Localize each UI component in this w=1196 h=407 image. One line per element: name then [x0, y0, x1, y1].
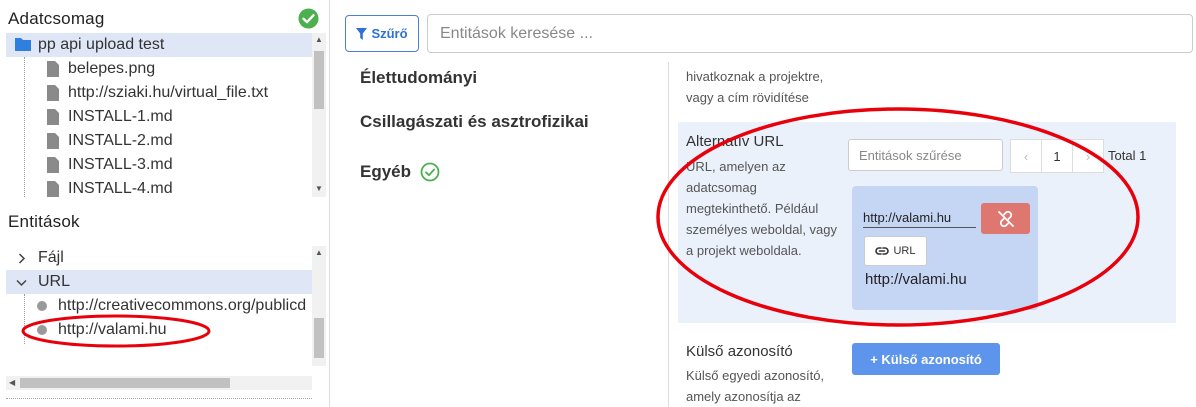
tree-item-label: INSTALL-4.md [68, 180, 173, 197]
filter-button[interactable]: Szűrő [345, 15, 419, 52]
alt-url-title: Alternatív URL [686, 133, 784, 150]
pager-next-button[interactable]: › [1072, 139, 1104, 173]
chevron-right-icon [18, 253, 26, 264]
tree-item-label: Fájl [38, 249, 64, 266]
filter-icon [356, 27, 368, 40]
scroll-down-arrow-icon[interactable]: ▼ [315, 185, 323, 193]
tree-item-label: http://valami.hu [58, 321, 167, 338]
category-life-sciences[interactable]: Élettudományi [360, 68, 477, 88]
add-external-id-button[interactable]: + Külső azonosító [852, 343, 1000, 375]
scrollbar-thumb[interactable] [314, 318, 324, 358]
file-icon [47, 61, 59, 77]
panel-resize-handle[interactable] [6, 398, 312, 399]
file-icon [47, 157, 59, 173]
tree-node-file[interactable]: Fájl [6, 246, 312, 270]
external-id-title: Külső azonosító [686, 343, 793, 360]
chevron-down-icon [16, 279, 27, 287]
entity-search-input[interactable] [427, 14, 1193, 53]
url-type-button[interactable]: URL [864, 236, 927, 266]
scrollbar-thumb[interactable] [20, 378, 230, 388]
dataset-tree: pp api upload test belepes.png http://sz… [6, 33, 312, 197]
tree-file-item[interactable]: INSTALL-1.md [6, 105, 312, 129]
field-description: hivatkoznak a projektre, vagy a cím rövi… [686, 69, 824, 105]
file-icon [47, 109, 59, 125]
unlink-button[interactable] [981, 203, 1030, 234]
tree-item-label: belepes.png [68, 60, 156, 77]
pagination: ‹ 1 › [1010, 139, 1104, 173]
file-icon [47, 181, 59, 197]
file-icon [47, 133, 59, 149]
tree-file-item[interactable]: http://sziaki.hu/virtual_file.txt [6, 81, 312, 105]
scrollbar-thumb[interactable] [314, 51, 324, 109]
tree-item-label: INSTALL-2.md [68, 132, 173, 149]
tree-leaf-item[interactable]: http://valami.hu [6, 318, 312, 342]
entity-tree-hscrollbar[interactable]: ◀ [6, 376, 312, 390]
tree-file-item[interactable]: INSTALL-3.md [6, 153, 312, 177]
dataset-tree-scrollbar[interactable]: ▲ ▼ [312, 33, 326, 197]
bullet-icon [37, 325, 47, 335]
column-divider [668, 62, 669, 407]
scroll-up-arrow-icon[interactable]: ▲ [315, 249, 323, 257]
entities-title: Entitások [8, 212, 80, 231]
check-circle-outline-icon [420, 162, 440, 182]
url-type-label: URL [893, 245, 916, 257]
left-panel: Adatcsomag pp api upload test belepes.pn… [0, 0, 330, 407]
filter-button-label: Szűrő [371, 26, 408, 41]
scroll-left-arrow-icon[interactable]: ◀ [9, 379, 15, 387]
tree-file-item[interactable]: belepes.png [6, 57, 312, 81]
file-icon [47, 85, 59, 101]
category-other[interactable]: Egyéb [360, 162, 440, 182]
tree-item-label: INSTALL-1.md [68, 108, 173, 125]
tree-node-url[interactable]: URL [6, 270, 312, 294]
link-icon [875, 247, 890, 255]
tree-folder-item[interactable]: pp api upload test [6, 33, 312, 57]
entity-tree-scrollbar[interactable]: ▲ [312, 246, 326, 366]
url-value-text: http://valami.hu [865, 271, 967, 288]
check-circle-icon [298, 8, 319, 29]
tree-leaf-item[interactable]: http://creativecommons.org/publicd [6, 294, 312, 318]
alt-url-description: URL, amelyen az adatcsomag megtekinthető… [686, 159, 838, 258]
unlink-icon [997, 210, 1014, 227]
total-count: Total 1 [1108, 148, 1147, 163]
entity-tree: Fájl URL http://creativecommons.org/publ… [6, 246, 312, 366]
external-id-description: Külső egyedi azonosító, amely azonosítja… [686, 368, 825, 404]
category-astrophysics[interactable]: Csillagászati és asztrofizikai [360, 112, 589, 132]
pager-page-button[interactable]: 1 [1041, 139, 1073, 173]
tree-item-label: http://sziaki.hu/virtual_file.txt [68, 84, 269, 101]
scroll-up-arrow-icon[interactable]: ▲ [315, 36, 323, 44]
tree-item-label: INSTALL-3.md [68, 156, 173, 173]
category-label: Egyéb [360, 162, 412, 181]
pager-prev-button[interactable]: ‹ [1010, 139, 1042, 173]
tree-file-item[interactable]: INSTALL-2.md [6, 129, 312, 153]
tree-item-label: pp api upload test [38, 36, 165, 53]
tree-file-item[interactable]: INSTALL-4.md [6, 177, 312, 197]
dataset-title: Adatcsomag [8, 9, 105, 28]
bullet-icon [37, 301, 47, 311]
url-value-input[interactable] [863, 208, 976, 228]
tree-item-label: http://creativecommons.org/publicd [58, 297, 307, 314]
entity-filter-input[interactable] [848, 139, 1003, 171]
tree-item-label: URL [38, 273, 71, 290]
folder-icon [15, 38, 31, 51]
